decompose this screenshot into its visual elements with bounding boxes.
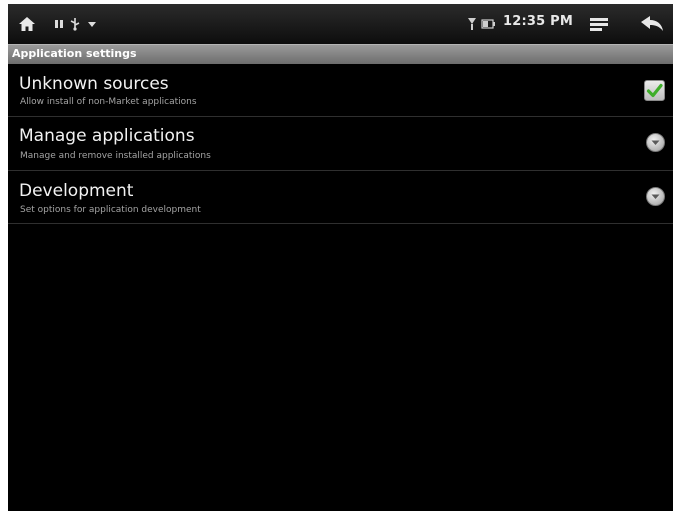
signal-icon [465, 4, 479, 44]
settings-item-development[interactable]: Development Set options for application … [8, 171, 673, 224]
setting-summary: Allow install of non-Market applications [20, 97, 197, 107]
unknown-sources-checkbox[interactable] [644, 80, 665, 101]
status-bar: 12:35 PM [8, 4, 673, 45]
section-header-label: Application settings [12, 47, 137, 60]
status-clock: 12:35 PM [503, 14, 573, 29]
setting-title: Development [19, 181, 134, 201]
section-header: Application settings [8, 44, 673, 64]
device-screen: 12:35 PM Application settings Unknown so… [8, 4, 673, 511]
chevron-down-icon [646, 187, 665, 206]
usb-notification-icon [68, 4, 82, 44]
settings-item-manage-applications[interactable]: Manage applications Manage and remove in… [8, 117, 673, 171]
setting-title: Manage applications [19, 126, 195, 146]
setting-summary: Set options for application development [20, 205, 201, 215]
setting-title: Unknown sources [19, 74, 169, 94]
setting-summary: Manage and remove installed applications [20, 151, 211, 161]
back-arrow-icon[interactable] [638, 4, 666, 44]
home-icon[interactable] [16, 4, 38, 44]
debug-notification-icon [52, 4, 66, 44]
chevron-down-icon [646, 133, 665, 152]
settings-item-unknown-sources[interactable]: Unknown sources Allow install of non-Mar… [8, 65, 673, 117]
download-notification-icon [86, 4, 98, 44]
menu-icon[interactable] [587, 4, 611, 44]
battery-icon [480, 4, 496, 44]
